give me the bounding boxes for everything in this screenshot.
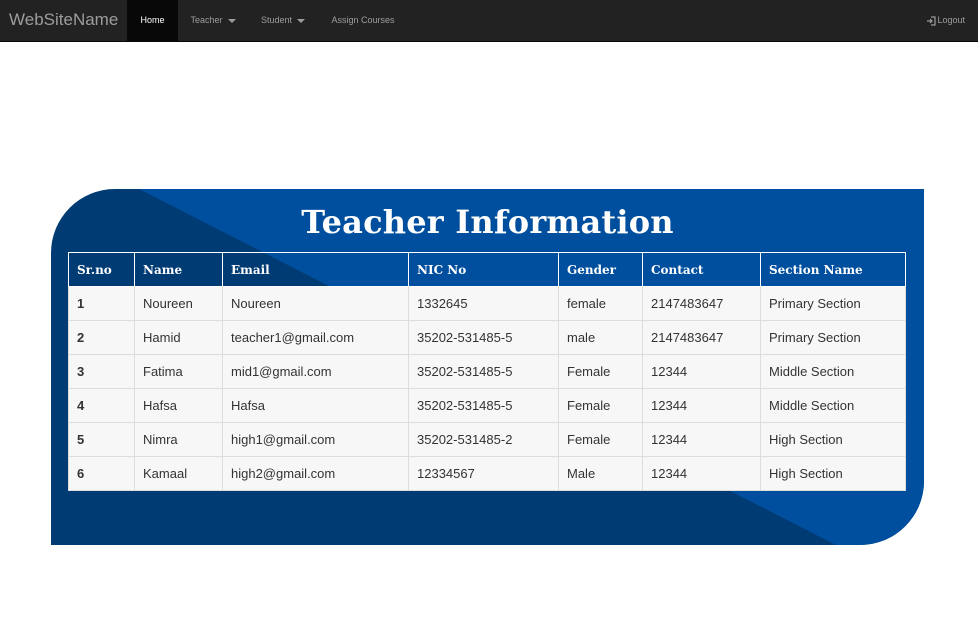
cell-srno: 3 xyxy=(68,354,135,389)
cell-section: Primary Section xyxy=(760,286,906,321)
table-row: 4 Hafsa Hafsa 35202-531485-5 Female 1234… xyxy=(68,388,906,423)
column-header: Sr.no xyxy=(68,252,135,287)
page-title: Teacher Information xyxy=(301,203,674,241)
cell-srno: 6 xyxy=(68,456,135,491)
cell-srno: 5 xyxy=(68,422,135,457)
logout-link[interactable]: Logout xyxy=(926,0,965,42)
cell-nic: 12334567 xyxy=(408,456,559,491)
column-header: NIC No xyxy=(408,252,559,287)
nav-home[interactable]: Home xyxy=(127,0,178,42)
cell-name: Noureen xyxy=(134,286,223,321)
table-row: 2 Hamid teacher1@gmail.com 35202-531485-… xyxy=(68,320,906,355)
teacher-info-card: Teacher Information Sr.no Name Email NIC… xyxy=(51,189,924,545)
cell-section: High Section xyxy=(760,422,906,457)
cell-nic: 35202-531485-2 xyxy=(408,422,559,457)
cell-srno: 1 xyxy=(68,286,135,321)
nav-assign-courses[interactable]: Assign Courses xyxy=(322,0,404,42)
cell-contact: 12344 xyxy=(642,456,761,491)
table-row: 5 Nimra high1@gmail.com 35202-531485-2 F… xyxy=(68,422,906,457)
cell-contact: 2147483647 xyxy=(642,320,761,355)
chevron-down-icon xyxy=(297,18,306,23)
column-header: Name xyxy=(134,252,223,287)
table-row: 6 Kamaal high2@gmail.com 12334567 Male 1… xyxy=(68,456,906,491)
cell-section: High Section xyxy=(760,456,906,491)
column-header: Contact xyxy=(642,252,761,287)
cell-email: teacher1@gmail.com xyxy=(222,320,409,355)
cell-gender: female xyxy=(558,286,643,321)
cell-srno: 2 xyxy=(68,320,135,355)
cell-section: Primary Section xyxy=(760,320,906,355)
cell-gender: Female xyxy=(558,422,643,457)
cell-email: high2@gmail.com xyxy=(222,456,409,491)
cell-email: mid1@gmail.com xyxy=(222,354,409,389)
logout-label: Logout xyxy=(937,15,965,25)
cell-contact: 2147483647 xyxy=(642,286,761,321)
cell-section: Middle Section xyxy=(760,354,906,389)
cell-nic: 35202-531485-5 xyxy=(408,320,559,355)
cell-gender: Female xyxy=(558,388,643,423)
cell-contact: 12344 xyxy=(642,354,761,389)
cell-contact: 12344 xyxy=(642,388,761,423)
cell-gender: Female xyxy=(558,354,643,389)
column-header: Gender xyxy=(558,252,643,287)
chevron-down-icon xyxy=(227,18,236,23)
cell-name: Nimra xyxy=(134,422,223,457)
cell-email: high1@gmail.com xyxy=(222,422,409,457)
cell-email: Noureen xyxy=(222,286,409,321)
column-header: Section Name xyxy=(760,252,906,287)
nav-teacher-label: Teacher xyxy=(190,15,223,25)
cell-nic: 35202-531485-5 xyxy=(408,354,559,389)
cell-section: Middle Section xyxy=(760,388,906,423)
cell-srno: 4 xyxy=(68,388,135,423)
cell-gender: male xyxy=(558,320,643,355)
table-row: 1 Noureen Noureen 1332645 female 2147483… xyxy=(68,286,906,321)
log-in-icon xyxy=(927,16,937,26)
cell-name: Fatima xyxy=(134,354,223,389)
cell-nic: 35202-531485-5 xyxy=(408,388,559,423)
cell-gender: Male xyxy=(558,456,643,491)
cell-name: Kamaal xyxy=(134,456,223,491)
brand-link[interactable]: WebSiteName xyxy=(9,0,118,42)
table-header-row: Sr.no Name Email NIC No Gender Contact S… xyxy=(68,252,906,287)
nav-home-label: Home xyxy=(140,15,165,25)
table-row: 3 Fatima mid1@gmail.com 35202-531485-5 F… xyxy=(68,354,906,389)
cell-email: Hafsa xyxy=(222,388,409,423)
cell-name: Hamid xyxy=(134,320,223,355)
nav-student-label: Student xyxy=(260,15,293,25)
cell-nic: 1332645 xyxy=(408,286,559,321)
nav-assign-label: Assign Courses xyxy=(331,15,395,25)
cell-contact: 12344 xyxy=(642,422,761,457)
cell-name: Hafsa xyxy=(134,388,223,423)
top-navbar: WebSiteName Home Teacher Student Assign … xyxy=(0,0,978,42)
teacher-table: Sr.no Name Email NIC No Gender Contact S… xyxy=(68,252,906,491)
nav-teacher-dropdown[interactable]: Teacher xyxy=(182,0,244,42)
nav-student-dropdown[interactable]: Student xyxy=(252,0,314,42)
column-header: Email xyxy=(222,252,409,287)
